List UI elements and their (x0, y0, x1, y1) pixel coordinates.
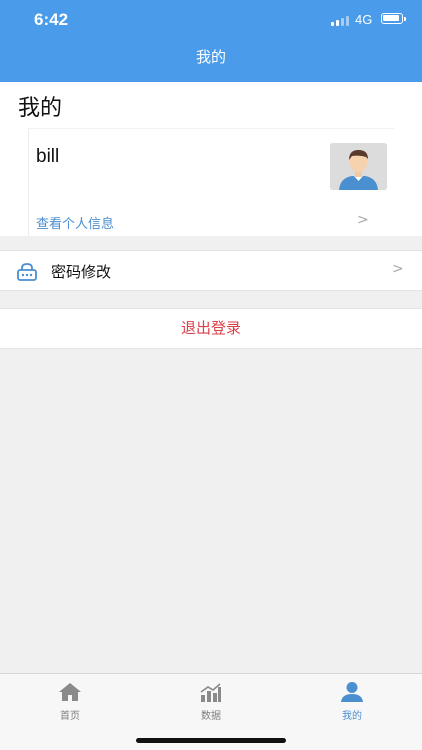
home-icon (59, 683, 81, 701)
status-time: 6:42 (34, 10, 69, 29)
username: bill (36, 146, 60, 167)
home-indicator (136, 738, 286, 743)
page-header: 我的 (0, 82, 422, 128)
lock-icon (17, 263, 37, 281)
nav-bar: 我的 (0, 40, 422, 82)
page-title: 我的 (18, 96, 63, 121)
network-type: 4G (355, 12, 373, 27)
avatar[interactable] (330, 143, 387, 190)
change-password-row[interactable]: 密码修改 > (0, 250, 422, 291)
tab-home-label: 首页 (60, 711, 80, 722)
tab-data[interactable]: 数据 (141, 674, 281, 724)
tab-mine[interactable]: 我的 (282, 674, 422, 724)
tab-mine-label: 我的 (342, 711, 362, 722)
logout-button[interactable]: 退出登录 (0, 308, 422, 349)
signal-icon (331, 14, 351, 26)
change-password-label: 密码修改 (51, 263, 112, 281)
view-profile-link[interactable]: 查看个人信息 (36, 213, 114, 232)
tab-data-label: 数据 (201, 711, 221, 722)
status-bar: 6:42 4G (0, 0, 422, 40)
tab-home[interactable]: 首页 (0, 674, 140, 724)
person-icon (341, 682, 363, 702)
battery-icon (381, 13, 406, 24)
avatar-person-icon (330, 143, 387, 190)
nav-title: 我的 (195, 48, 226, 66)
chart-icon (200, 683, 221, 702)
chevron-right-icon: > (357, 212, 369, 228)
chevron-right-icon: > (392, 261, 404, 277)
